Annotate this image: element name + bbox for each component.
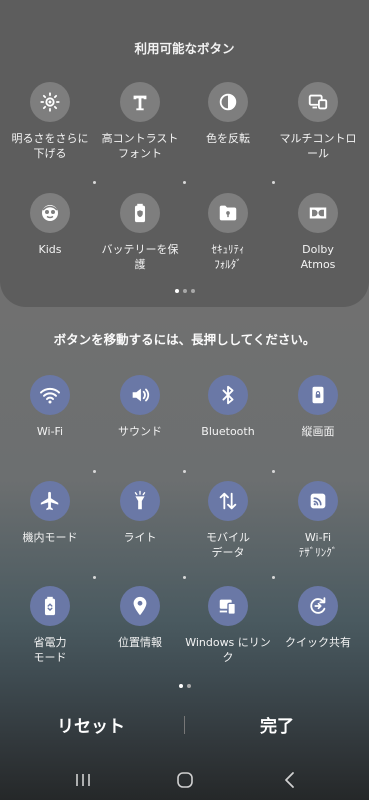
flashlight-icon	[120, 481, 160, 521]
tile-label: Windows にリン ク	[185, 636, 271, 664]
action-divider	[184, 716, 185, 734]
tile-label: Bluetooth	[201, 425, 255, 438]
secure-folder-icon	[208, 193, 248, 233]
tile-label: モバイル データ	[206, 531, 250, 559]
separator-dot	[183, 576, 186, 579]
tile-mobile-data[interactable]: モバイル データ	[182, 481, 274, 560]
reset-button[interactable]: リセット	[16, 712, 166, 737]
navigation-bar	[0, 760, 369, 800]
separator-dot	[183, 470, 186, 473]
tile-portrait[interactable]: 縦画面	[272, 375, 364, 440]
tile-color-inversion[interactable]: 色を反転	[182, 82, 274, 147]
tile-label: 色を反転	[206, 132, 250, 145]
tile-wifi-tethering[interactable]: Wi-Fi ﾃｻﾞﾘﾝｸﾞ	[272, 481, 364, 560]
power-saving-icon	[30, 586, 70, 626]
tile-wifi[interactable]: Wi-Fi	[4, 375, 96, 440]
battery-protect-icon	[120, 193, 160, 233]
tile-label: 縦画面	[301, 425, 335, 438]
dolby-atmos-icon	[298, 193, 338, 233]
high-contrast-font-icon	[120, 82, 160, 122]
available-buttons-panel: 利用可能なボタン 明るさをさらに 下げる 高コントラスト フォント 色を反転 マ…	[0, 0, 369, 307]
mobile-data-icon	[208, 481, 248, 521]
done-button[interactable]: 完了	[202, 712, 352, 737]
tile-location[interactable]: 位置情報	[94, 586, 186, 651]
tile-label: Wi-Fi	[36, 425, 64, 438]
tile-label: ｾｷｭﾘﾃｨ ﾌｫﾙﾀﾞ	[211, 243, 245, 271]
multi-control-icon	[298, 82, 338, 122]
color-inversion-icon	[208, 82, 248, 122]
tile-flashlight[interactable]: ライト	[94, 481, 186, 546]
available-page-indicator	[0, 289, 369, 293]
bluetooth-icon	[208, 375, 248, 415]
separator-dot	[93, 470, 96, 473]
recent-apps-icon[interactable]	[69, 766, 97, 794]
tile-quick-share[interactable]: クイック共有	[272, 586, 364, 651]
kids-icon	[30, 193, 70, 233]
quick-share-icon	[298, 586, 338, 626]
location-icon	[120, 586, 160, 626]
tile-power-saving[interactable]: 省電力 モード	[4, 586, 96, 665]
separator-dot	[183, 181, 186, 184]
airplane-icon	[30, 481, 70, 521]
separator-dot	[272, 181, 275, 184]
tile-sound[interactable]: サウンド	[94, 375, 186, 440]
tile-label: Wi-Fi ﾃｻﾞﾘﾝｸﾞ	[298, 531, 338, 559]
portrait-lock-icon	[298, 375, 338, 415]
tile-kids[interactable]: Kids	[4, 193, 96, 258]
tile-high-contrast-font[interactable]: 高コントラスト フォント	[94, 82, 186, 161]
wifi-tethering-icon	[298, 481, 338, 521]
tile-label: サウンド	[118, 425, 162, 438]
tile-label: 明るさをさらに 下げる	[11, 132, 89, 160]
tile-extra-dim[interactable]: 明るさをさらに 下げる	[4, 82, 96, 161]
tile-bluetooth[interactable]: Bluetooth	[182, 375, 274, 440]
tile-label: 機内モード	[22, 531, 78, 544]
tile-label: Kids	[38, 243, 62, 256]
link-to-windows-icon	[208, 586, 248, 626]
separator-dot	[272, 576, 275, 579]
tile-link-to-windows[interactable]: Windows にリン ク	[182, 586, 274, 665]
tile-secure-folder[interactable]: ｾｷｭﾘﾃｨ ﾌｫﾙﾀﾞ	[182, 193, 274, 272]
back-icon[interactable]	[276, 766, 304, 794]
tile-label: 位置情報	[118, 636, 162, 649]
tile-label: 省電力 モード	[33, 636, 67, 664]
tile-label: ライト	[123, 531, 157, 544]
active-page-indicator	[0, 684, 369, 688]
wifi-icon	[30, 375, 70, 415]
tile-airplane[interactable]: 機内モード	[4, 481, 96, 546]
tile-label: バッテリーを保 護	[101, 243, 179, 271]
tile-multi-control[interactable]: マルチコントロ ール	[272, 82, 364, 161]
separator-dot	[93, 576, 96, 579]
tile-label: クイック共有	[285, 636, 351, 649]
separator-dot	[93, 181, 96, 184]
tile-label: Dolby Atmos	[300, 243, 336, 271]
separator-dot	[272, 470, 275, 473]
instruction-text: ボタンを移動するには、長押ししてください。	[53, 332, 316, 347]
tile-dolby-atmos[interactable]: Dolby Atmos	[272, 193, 364, 272]
extra-dim-icon	[30, 82, 70, 122]
tile-label: マルチコントロ ール	[279, 132, 357, 160]
tile-label: 高コントラスト フォント	[101, 132, 179, 160]
available-buttons-title: 利用可能なボタン	[134, 41, 235, 56]
tile-battery-protect[interactable]: バッテリーを保 護	[94, 193, 186, 272]
sound-icon	[120, 375, 160, 415]
home-icon[interactable]	[171, 766, 199, 794]
